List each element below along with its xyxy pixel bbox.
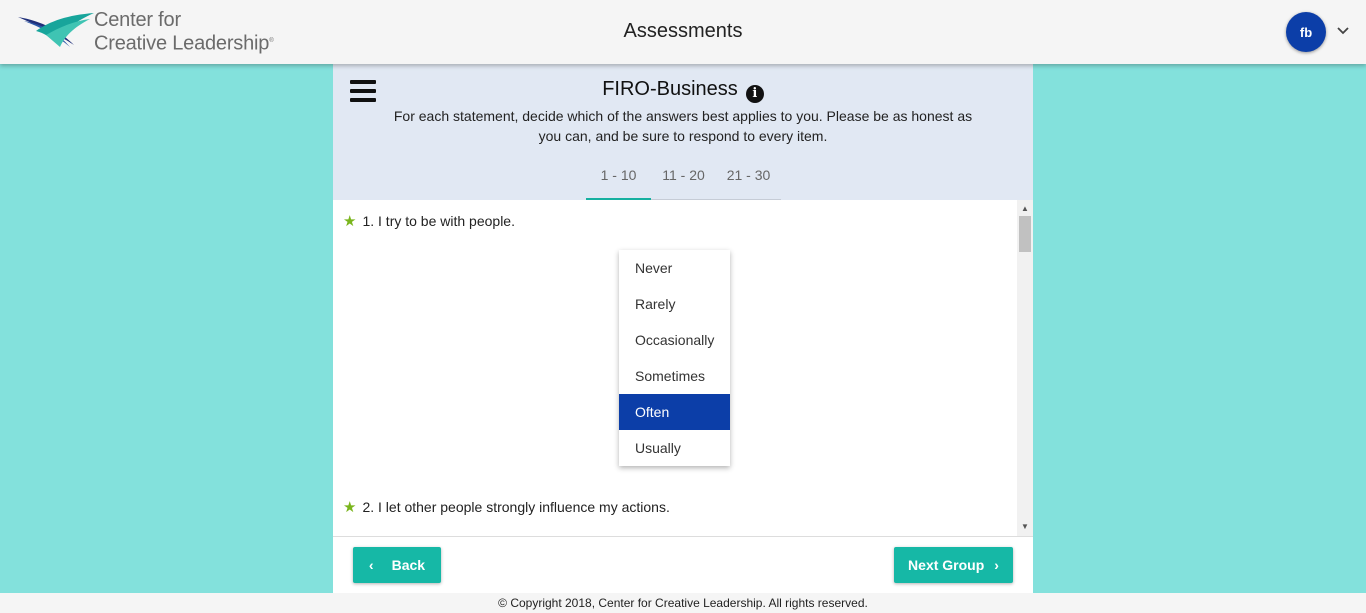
star-icon: ★	[343, 499, 357, 516]
app-title: Assessments	[623, 20, 743, 42]
scrollbar[interactable]: ▲ ▼	[1017, 200, 1033, 536]
next-group-button-label: Next Group	[908, 557, 985, 573]
question-1-label: 1. I try to be with people.	[362, 213, 515, 229]
next-group-button[interactable]: Next Group ›	[894, 547, 1013, 583]
option-occasionally[interactable]: Occasionally	[619, 322, 730, 358]
tab-11-20[interactable]: 11 - 20	[651, 160, 716, 200]
assessment-title-row: FIRO-Business i	[333, 78, 1033, 103]
question-2-label: 2. I let other people strongly influence…	[362, 499, 670, 515]
instructions: For each statement, decide which of the …	[393, 108, 973, 144]
questions-scroll-area[interactable]: ★ 1. I try to be with people. Never Rarel…	[333, 200, 1033, 536]
option-usually[interactable]: Usually	[619, 430, 730, 466]
option-rarely[interactable]: Rarely	[619, 286, 730, 322]
scroll-down-arrow-icon[interactable]: ▼	[1017, 520, 1033, 534]
navigation-bar: ‹ Back Next Group ›	[333, 536, 1033, 593]
option-never[interactable]: Never	[619, 250, 730, 286]
answer-dropdown-list[interactable]: Never Rarely Occasionally Sometimes Ofte…	[619, 250, 730, 466]
top-bar: Center for Creative Leadership® Assessme…	[0, 0, 1366, 64]
chevron-left-icon: ‹	[368, 557, 374, 573]
chevron-down-icon[interactable]	[1336, 24, 1350, 38]
chevron-right-icon: ›	[994, 557, 999, 573]
assessment-panel: FIRO-Business i For each statement, decid…	[333, 64, 1033, 593]
scrollbar-thumb[interactable]	[1019, 216, 1031, 252]
tab-1-10[interactable]: 1 - 10	[586, 160, 651, 200]
option-often[interactable]: Often	[619, 394, 730, 430]
option-sometimes[interactable]: Sometimes	[619, 358, 730, 394]
question-1: ★ 1. I try to be with people.	[343, 212, 515, 230]
user-avatar[interactable]: fb	[1286, 12, 1326, 52]
star-icon: ★	[343, 213, 357, 230]
assessment-title: FIRO-Business	[602, 78, 738, 100]
back-button[interactable]: ‹ Back	[353, 547, 441, 583]
assessment-header: FIRO-Business i For each statement, decid…	[333, 64, 1033, 200]
back-button-label: Back	[391, 557, 426, 573]
tab-21-30[interactable]: 21 - 30	[716, 160, 781, 200]
question-2: ★ 2. I let other people strongly influenc…	[343, 498, 670, 516]
copyright-footer: © Copyright 2018, Center for Creative Le…	[0, 593, 1366, 613]
info-icon[interactable]: i	[745, 85, 764, 103]
scroll-up-arrow-icon[interactable]: ▲	[1017, 202, 1033, 216]
question-group-tabs: 1 - 10 11 - 20 21 - 30	[586, 160, 781, 200]
